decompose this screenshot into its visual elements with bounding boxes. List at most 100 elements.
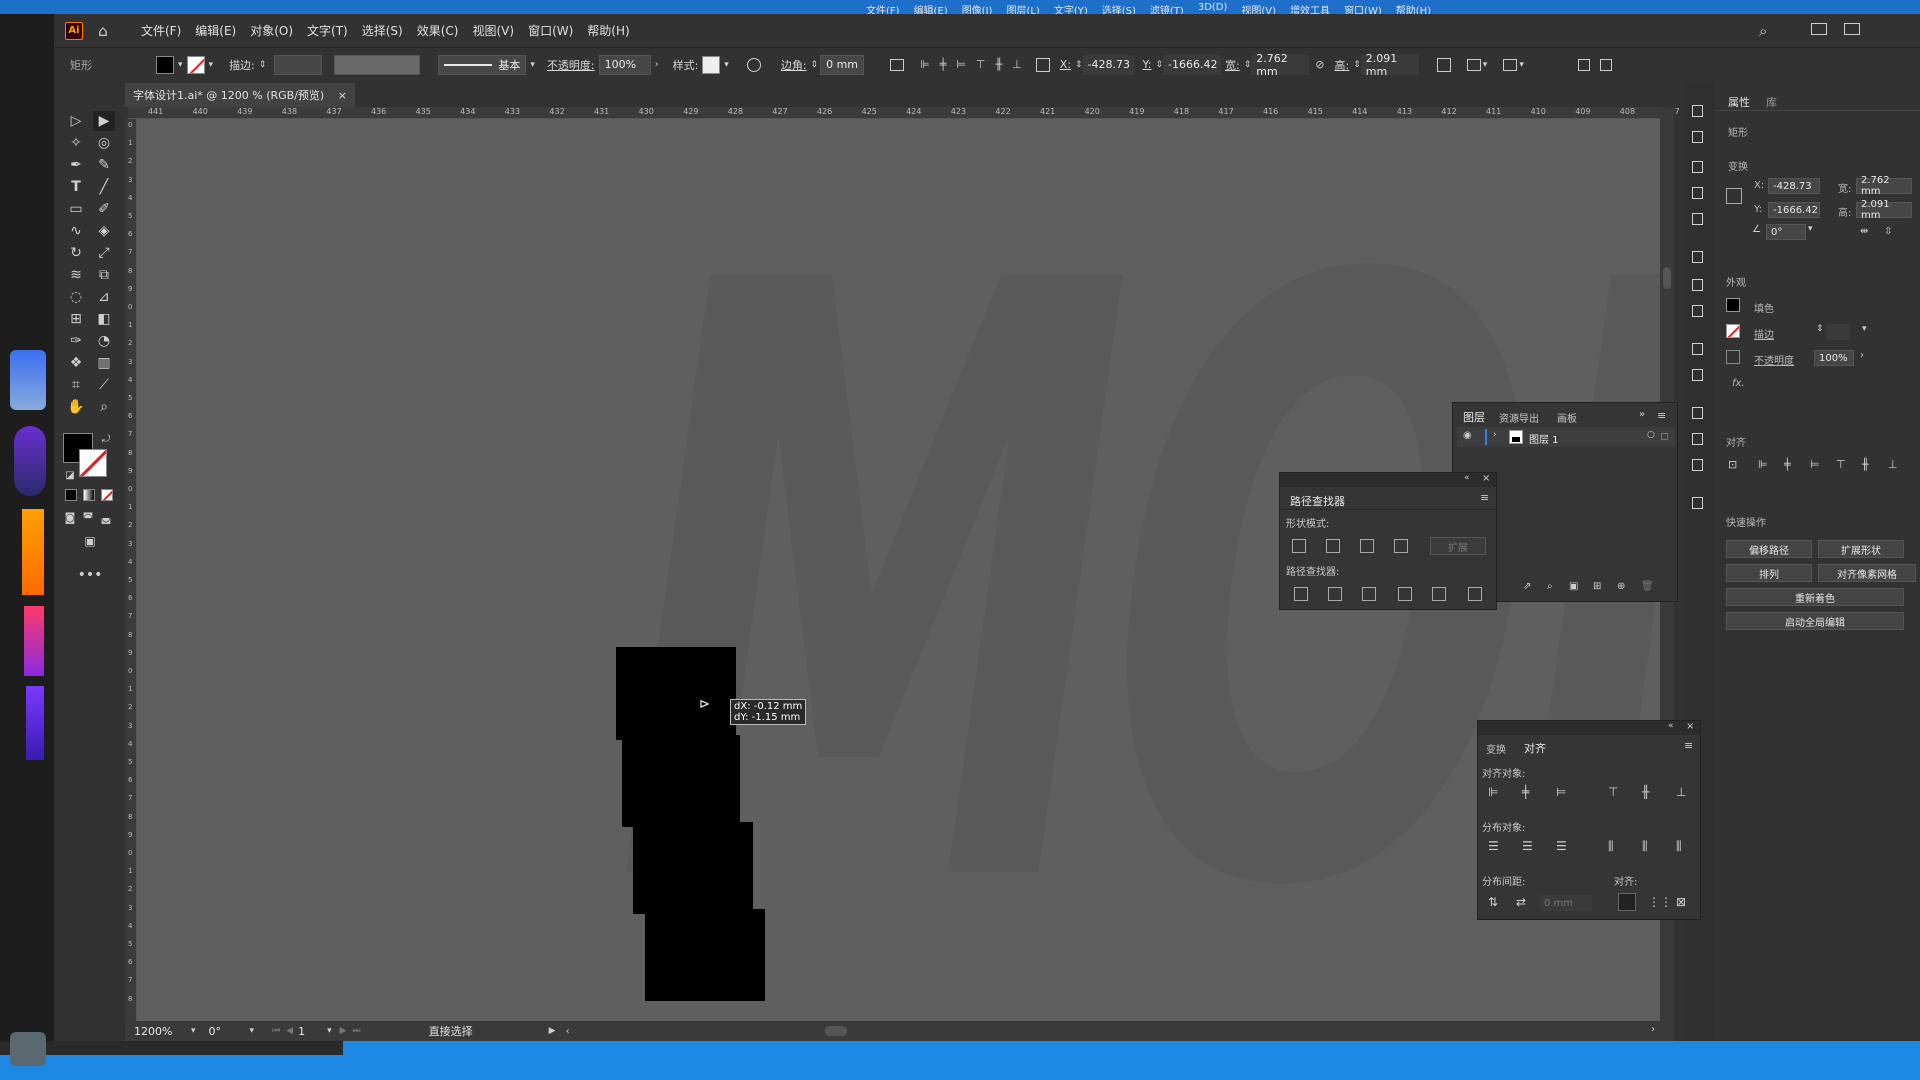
angle-field[interactable]: 0° bbox=[1766, 224, 1806, 240]
fill-swatch[interactable] bbox=[156, 55, 174, 74]
trim-icon[interactable] bbox=[1328, 587, 1342, 601]
gradient-mode-icon[interactable] bbox=[83, 489, 95, 501]
scale-tool-icon[interactable]: ⤢ bbox=[93, 243, 115, 263]
align-top-icon[interactable]: ⊤ bbox=[1608, 785, 1618, 799]
align-vcenter-icon[interactable]: ╫ bbox=[1862, 458, 1869, 471]
scroll-right-icon[interactable]: › bbox=[1651, 1024, 1655, 1035]
gradient-tool-icon[interactable]: ◧ bbox=[93, 309, 115, 329]
link-proportions-icon[interactable]: ⊘ bbox=[1315, 58, 1324, 71]
height-field[interactable]: 2.091 mm bbox=[1856, 199, 1912, 221]
align-left-icon[interactable]: ⊫ bbox=[1758, 458, 1768, 471]
eyedropper-tool-icon[interactable]: ✑ bbox=[65, 331, 87, 351]
align-to-pixel-grid-button[interactable]: 对齐像素网格 bbox=[1818, 564, 1916, 582]
transparency-panel-icon[interactable] bbox=[1690, 303, 1706, 317]
align-top-icon[interactable]: ⊤ bbox=[1836, 458, 1846, 471]
expand-button[interactable]: 扩展 bbox=[1430, 537, 1486, 555]
tab-transform[interactable]: 变换 bbox=[1486, 741, 1506, 756]
corner-stepper[interactable]: ⇕ bbox=[811, 60, 819, 70]
flip-vertical-icon[interactable]: ⇳ bbox=[1884, 226, 1892, 237]
variable-width-profile[interactable] bbox=[334, 54, 421, 75]
tab-libraries[interactable]: 库 bbox=[1766, 94, 1777, 110]
chevron-down-icon[interactable]: ▾ bbox=[250, 1026, 255, 1036]
artboard-number-input[interactable]: 1 bbox=[293, 1023, 328, 1039]
line-tool-icon[interactable]: ╱ bbox=[93, 177, 115, 197]
stroke-color-swatch[interactable] bbox=[79, 449, 107, 477]
rectangle-tool-icon[interactable]: ▭ bbox=[65, 199, 87, 219]
chevron-down-icon[interactable]: ▾ bbox=[724, 60, 729, 70]
locate-object-icon[interactable]: ⌕ bbox=[1547, 581, 1553, 592]
selected-rectangle-1[interactable] bbox=[616, 647, 736, 740]
align-right-icon[interactable]: ⊨ bbox=[1810, 458, 1820, 471]
desktop-thumb-3[interactable] bbox=[22, 509, 44, 595]
exclude-icon[interactable] bbox=[1394, 539, 1408, 553]
unite-icon[interactable] bbox=[1292, 539, 1306, 553]
vertical-ruler[interactable]: 0 1 2 3 4 5 6 7 8 9 0 1 2 3 4 5 6 7 8 9 0 1 2 3 4 5 6 7 8 9 0 1 2 3 4 5 6 7 8 9… bbox=[125, 119, 137, 1021]
stroke-swatch[interactable] bbox=[186, 55, 205, 74]
stroke-swatch[interactable] bbox=[1726, 324, 1740, 338]
align-hcenter-icon[interactable]: ╪ bbox=[1522, 785, 1529, 799]
color-mode-icon[interactable] bbox=[65, 489, 77, 501]
outline-icon[interactable] bbox=[1432, 587, 1446, 601]
opacity-label[interactable]: 不透明度 bbox=[1754, 352, 1794, 367]
width-stepper[interactable]: ⇕ bbox=[1244, 60, 1252, 70]
align-right-icon[interactable]: ⊨ bbox=[956, 58, 966, 71]
stroke-weight-input[interactable] bbox=[274, 54, 323, 75]
swap-colors-icon[interactable]: ⤾ bbox=[95, 429, 117, 449]
width-field[interactable]: 2.762 mm bbox=[1856, 175, 1912, 197]
crop-icon[interactable] bbox=[1398, 587, 1412, 601]
distribute-right-icon[interactable]: ⫼ bbox=[1676, 839, 1682, 854]
x-stepper[interactable]: ⇕ bbox=[1075, 60, 1083, 70]
brush-definition-select[interactable]: 基本 bbox=[438, 54, 527, 75]
opacity-label[interactable]: 不透明度: bbox=[547, 57, 595, 73]
layer-row[interactable]: ◉ › 图层 1 ○ bbox=[1457, 427, 1675, 447]
flip-horizontal-icon[interactable]: ⇹ bbox=[1860, 226, 1868, 237]
asset-export-icon[interactable] bbox=[1690, 431, 1706, 445]
selection-tool-icon[interactable]: ▷ bbox=[65, 111, 87, 131]
panel-drag-bar[interactable] bbox=[1478, 721, 1700, 735]
x-field[interactable]: -428.73 bbox=[1768, 178, 1820, 194]
reference-point-icon[interactable] bbox=[1035, 57, 1050, 72]
divide-icon[interactable] bbox=[1294, 587, 1308, 601]
chevron-right-icon[interactable]: › bbox=[1493, 430, 1497, 440]
desktop-thumb-1[interactable] bbox=[10, 350, 46, 410]
hand-tool-icon[interactable]: ✋ bbox=[65, 397, 87, 417]
slice-tool-icon[interactable]: ⟋ bbox=[93, 375, 115, 395]
tab-align[interactable]: 对齐 bbox=[1524, 740, 1546, 756]
panel-menu-icon[interactable]: ≡ bbox=[1684, 739, 1693, 752]
eraser-tool-icon[interactable]: ◈ bbox=[93, 221, 115, 241]
warp-tool-icon[interactable]: ≋ bbox=[65, 265, 87, 285]
new-sublayer-icon[interactable]: ⊞ bbox=[1593, 581, 1601, 592]
arrange-button[interactable]: 排列 bbox=[1726, 564, 1812, 582]
merge-icon[interactable] bbox=[1362, 587, 1376, 601]
chevron-down-icon[interactable]: ▾ bbox=[530, 60, 535, 70]
mask-icon[interactable] bbox=[1503, 58, 1518, 71]
search-icon[interactable]: ⌕ bbox=[1759, 22, 1767, 40]
align-right-icon[interactable]: ⊨ bbox=[1556, 785, 1566, 799]
visibility-eye-icon[interactable]: ◉ bbox=[1463, 430, 1472, 441]
direct-selection-tool-icon[interactable]: ▶ bbox=[93, 111, 115, 131]
intersect-icon[interactable] bbox=[1360, 539, 1374, 553]
column-graph-tool-icon[interactable]: ▥ bbox=[93, 353, 115, 373]
rotation-select[interactable]: 0° bbox=[203, 1023, 250, 1039]
align-to-icon[interactable] bbox=[890, 58, 905, 71]
panel-menu-icon[interactable]: ≡ bbox=[1480, 491, 1489, 504]
comments-panel-icon[interactable] bbox=[1690, 495, 1706, 509]
free-transform-tool-icon[interactable]: ⧉ bbox=[93, 265, 115, 285]
chevron-down-icon[interactable]: ▾ bbox=[1808, 224, 1813, 234]
menu-file[interactable]: 文件(F) bbox=[141, 22, 181, 39]
desktop-thumb-4[interactable] bbox=[24, 606, 44, 676]
home-icon[interactable]: ⌂ bbox=[93, 22, 113, 40]
fill-swatch[interactable] bbox=[1726, 298, 1740, 312]
export-icon[interactable]: ⇗ bbox=[1523, 581, 1531, 592]
last-artboard-icon[interactable]: ⏭ bbox=[353, 1026, 361, 1036]
zoom-select[interactable]: 1200% bbox=[129, 1023, 191, 1039]
make-clipping-mask-icon[interactable]: ▣ bbox=[1569, 581, 1578, 592]
height-stepper[interactable]: ⇕ bbox=[1353, 60, 1361, 70]
collapse-icon[interactable]: « bbox=[1668, 721, 1674, 731]
symbol-sprayer-tool-icon[interactable]: ❖ bbox=[65, 353, 87, 373]
type-tool-icon[interactable]: T bbox=[65, 177, 87, 197]
graphic-style-swatch[interactable] bbox=[702, 55, 721, 74]
draw-inside-icon[interactable]: ◛ bbox=[95, 507, 117, 527]
menu-edit[interactable]: 编辑(E) bbox=[195, 22, 236, 39]
color-guide-icon[interactable] bbox=[1690, 103, 1706, 117]
